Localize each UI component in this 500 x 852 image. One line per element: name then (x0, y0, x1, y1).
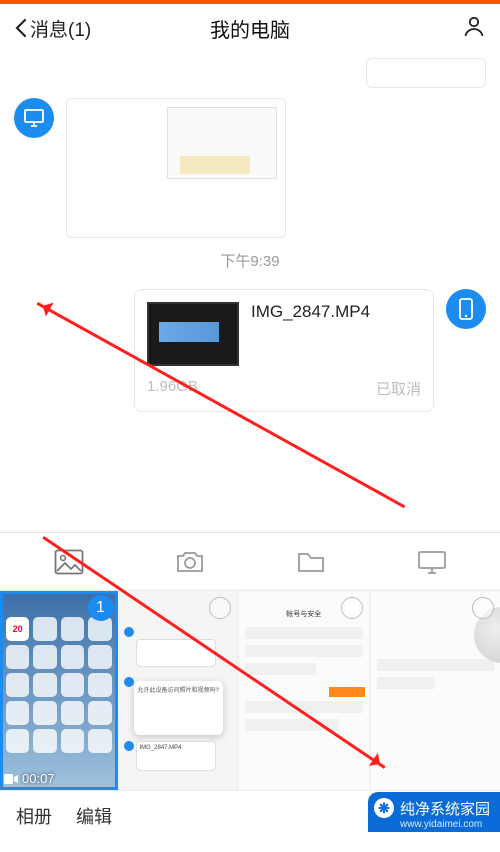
edit-button[interactable]: 编辑 (76, 803, 112, 829)
camera-tab[interactable] (175, 549, 205, 575)
message-bubble[interactable] (66, 98, 286, 238)
file-bubble[interactable]: IMG_2847.MP4 1.96GB 已取消 (134, 289, 434, 412)
gallery-item[interactable] (371, 591, 500, 790)
calendar-icon: 20 (6, 617, 29, 641)
chevron-left-icon (14, 18, 28, 38)
message-outgoing-file: IMG_2847.MP4 1.96GB 已取消 (14, 289, 486, 412)
videocam-icon (4, 774, 18, 784)
message-outgoing-prev (14, 58, 486, 88)
action-bar (0, 532, 500, 590)
file-thumbnail (147, 302, 239, 366)
watermark-logo-icon: ❋ (374, 798, 394, 818)
watermark: ❋ 纯净系统家园 www.yidaimei.com (368, 792, 500, 832)
message-bubble[interactable] (366, 58, 486, 88)
message-incoming-screenshot (14, 98, 486, 238)
camera-icon (175, 549, 205, 575)
folder-icon (296, 549, 326, 575)
watermark-url: www.yidaimei.com (400, 819, 490, 830)
album-button[interactable]: 相册 (16, 803, 52, 829)
page-title: 我的电脑 (210, 14, 290, 43)
header: 消息(1) 我的电脑 (0, 4, 500, 52)
selected-badge: 1 (88, 595, 114, 621)
profile-button[interactable] (462, 14, 486, 43)
back-button[interactable]: 消息(1) (14, 15, 91, 42)
monitor-icon (417, 549, 447, 575)
image-tab[interactable] (54, 549, 84, 575)
person-icon (462, 14, 486, 38)
select-circle[interactable] (209, 597, 231, 619)
pc-avatar[interactable] (14, 98, 54, 138)
select-circle[interactable] (341, 597, 363, 619)
gallery-item[interactable]: 帐号与安全 (239, 591, 369, 790)
gallery-item[interactable]: 1 20 00:07 (0, 591, 118, 790)
phone-avatar[interactable] (446, 289, 486, 329)
file-name: IMG_2847.MP4 (251, 302, 421, 322)
back-label: 消息(1) (30, 15, 91, 42)
file-size: 1.96GB (147, 378, 198, 399)
video-duration: 00:07 (22, 771, 55, 786)
watermark-title: 纯净系统家园 (400, 801, 490, 818)
video-duration-badge: 00:07 (4, 771, 55, 786)
monitor-tab[interactable] (417, 549, 447, 575)
folder-tab[interactable] (296, 549, 326, 575)
image-icon (54, 549, 84, 575)
gallery: 1 20 00:07 允许此设备访问照片和视频吗? IMG_2847.MP4 帐… (0, 590, 500, 790)
timestamp: 下午9:39 (14, 250, 486, 271)
select-circle[interactable] (472, 597, 494, 619)
phone-icon (458, 297, 474, 321)
file-status: 已取消 (376, 378, 421, 399)
monitor-icon (23, 108, 45, 128)
file-info: IMG_2847.MP4 (251, 302, 421, 366)
permission-popup: 允许此设备访问照片和视频吗? (134, 681, 224, 735)
gallery-item[interactable]: 允许此设备访问照片和视频吗? IMG_2847.MP4 (120, 591, 238, 790)
chat-area: 下午9:39 IMG_2847.MP4 1.96GB 已取消 (0, 52, 500, 412)
